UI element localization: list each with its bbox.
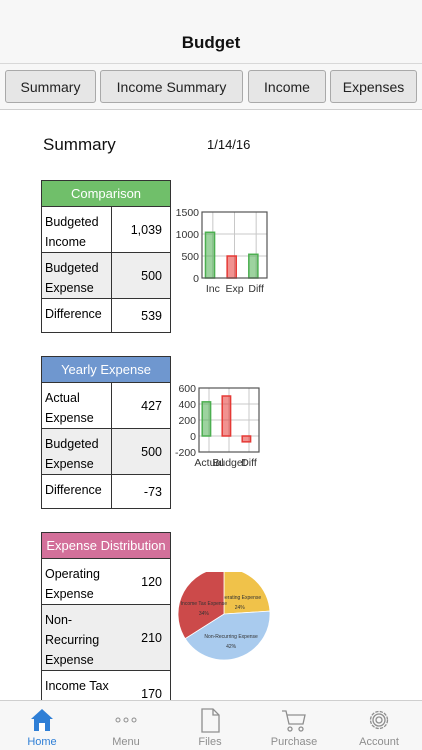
row-label: Difference (42, 475, 112, 508)
row-value: 170 (141, 687, 162, 700)
summary-content[interactable]: Summary 1/14/16 Comparison Budgeted Inco… (0, 110, 422, 700)
pie-percent-label: 42% (226, 644, 237, 650)
tab-home[interactable]: Home (0, 701, 84, 750)
home-icon (31, 709, 53, 731)
row-value: 210 (141, 630, 162, 645)
table-row: Non-Recurring Expense 210 (42, 605, 170, 671)
bar-diff (248, 253, 259, 279)
comparison-header: Comparison (42, 181, 170, 207)
row-label: Difference (42, 299, 112, 332)
table-row: Budgeted Income 1,039 (42, 207, 170, 253)
expense-distribution-header: Expense Distribution (42, 533, 170, 559)
navigation-bar: Budget (0, 0, 422, 64)
bar-inc (204, 231, 216, 279)
row-label: Budgeted Income (42, 207, 112, 252)
yearly-expense-bar-chart: 6004002000-200ActualBudgetDiff (175, 384, 260, 469)
pie-slice-label: Non-Recurring Expense (204, 634, 258, 640)
yearly-expense-table: Yearly Expense Actual Expense 427 Budget… (41, 356, 171, 509)
x-tick-label: Diff (241, 457, 257, 469)
bar-diff (241, 435, 252, 443)
tab-files[interactable]: Files (168, 701, 252, 750)
bottom-tab-bar: Home Menu Files Purchase Account (0, 700, 422, 750)
income-summary-button[interactable]: Income Summary (100, 70, 243, 103)
y-tick-label: 400 (178, 399, 196, 411)
table-row: Operating Expense 120 (42, 559, 170, 605)
tab-home-label: Home (27, 736, 57, 748)
tab-purchase-label: Purchase (270, 736, 318, 748)
gear-icon (369, 710, 389, 730)
tab-files-label: Files (198, 736, 222, 748)
tab-account[interactable]: Account (337, 701, 421, 750)
row-label: Budgeted Expense (42, 253, 112, 298)
y-tick-label: 600 (178, 384, 196, 395)
x-tick-label: Diff (248, 283, 264, 295)
row-value: -73 (143, 484, 162, 499)
row-value: 500 (141, 268, 162, 283)
row-label: Non-Recurring Expense (45, 613, 100, 667)
y-tick-label: 200 (178, 415, 196, 427)
row-value: 120 (141, 574, 162, 589)
income-button[interactable]: Income (248, 70, 326, 103)
expenses-button[interactable]: Expenses (330, 70, 417, 103)
yearly-expense-header: Yearly Expense (42, 357, 170, 383)
tab-purchase[interactable]: Purchase (252, 701, 336, 750)
row-label: Budgeted Expense (42, 429, 112, 474)
row-value: 1,039 (130, 222, 162, 237)
summary-date: 1/14/16 (207, 137, 251, 152)
expense-distribution-pie-chart: 24%Operating Expense42%Non-Recurring Exp… (177, 572, 271, 661)
y-tick-label: 1000 (176, 229, 200, 241)
pie-percent-label: 24% (235, 605, 246, 611)
bar-exp (226, 255, 237, 279)
bar-budget (221, 395, 232, 437)
row-value: 539 (141, 308, 162, 323)
row-label: Income Tax Expense (45, 679, 109, 700)
table-row: Difference -73 (42, 475, 170, 508)
x-tick-label: Inc (206, 283, 220, 295)
more-icon (115, 717, 137, 723)
table-row: Difference 539 (42, 299, 170, 332)
table-row: Budgeted Expense 500 (42, 429, 170, 475)
tab-menu-label: Menu (112, 736, 140, 748)
pie-percent-label: 34% (199, 611, 210, 617)
pie-slice (223, 572, 271, 615)
tab-account-label: Account (359, 736, 399, 748)
bar-actual (201, 401, 212, 437)
row-label: Actual Expense (42, 383, 112, 428)
y-tick-label: 0 (193, 273, 199, 285)
y-tick-label: -200 (175, 447, 196, 459)
comparison-bar-chart: 1500 1000 500 0 Inc Exp Diff (176, 208, 268, 295)
summary-button[interactable]: Summary (5, 70, 96, 103)
file-icon (201, 708, 220, 733)
tab-menu[interactable]: Menu (84, 701, 168, 750)
cart-icon (282, 710, 306, 732)
pie-slice-label: Income Tax Expense (181, 601, 228, 607)
y-tick-label: 500 (181, 251, 199, 263)
y-tick-label: 1500 (176, 208, 200, 219)
section-toolbar: Summary Income Summary Income Expenses (0, 64, 422, 110)
table-row: Income Tax Expense 170 (42, 671, 170, 700)
comparison-table: Comparison Budgeted Income 1,039 Budgete… (41, 180, 171, 333)
summary-heading: Summary (43, 135, 116, 154)
row-value: 427 (141, 398, 162, 413)
x-tick-label: Exp (225, 283, 243, 295)
page-title: Budget (181, 33, 241, 52)
row-value: 500 (141, 444, 162, 459)
y-tick-label: 0 (190, 431, 196, 443)
row-label: Operating Expense (45, 567, 100, 601)
table-row: Actual Expense 427 (42, 383, 170, 429)
expense-distribution-table: Expense Distribution Operating Expense 1… (41, 532, 171, 700)
table-row: Budgeted Expense 500 (42, 253, 170, 299)
